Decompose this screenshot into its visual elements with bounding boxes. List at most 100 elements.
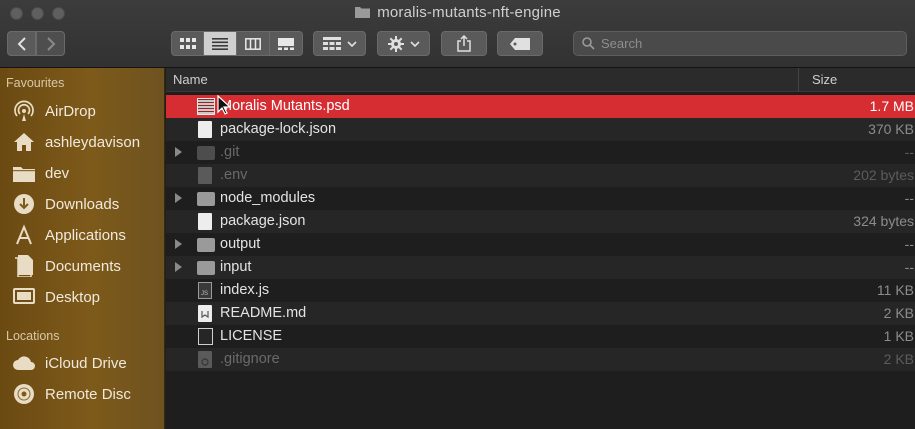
file-size: 202 bytes <box>853 167 914 183</box>
share-button[interactable] <box>441 31 487 56</box>
file-size: -- <box>904 259 914 275</box>
column-header-name[interactable]: Name <box>173 72 208 87</box>
desktop-icon <box>12 286 36 308</box>
column-divider[interactable] <box>798 68 799 92</box>
disclosure-triangle-icon[interactable] <box>175 239 182 249</box>
toolbar: moralis-mutants-nft-engine <box>0 0 915 68</box>
documents-icon <box>12 255 36 277</box>
file-row[interactable]: LICENSE 1 KB <box>166 325 915 348</box>
gallery-view-icon <box>278 37 294 50</box>
file-row[interactable]: README.md 2 KB <box>166 302 915 325</box>
file-size: 11 KB <box>876 282 914 298</box>
file-row[interactable]: node_modules -- <box>166 187 915 210</box>
sidebar-item-icloud-drive[interactable]: iCloud Drive <box>12 350 127 376</box>
file-size: -- <box>904 236 914 252</box>
tag-icon <box>510 37 530 50</box>
list-view-icon <box>212 37 228 50</box>
tag-button[interactable] <box>497 31 543 56</box>
applications-icon <box>12 224 36 246</box>
file-row[interactable]: .git -- <box>166 141 915 164</box>
sidebar-item-applications[interactable]: Applications <box>12 222 126 248</box>
folder-icon <box>12 162 36 184</box>
folder-icon <box>197 238 215 252</box>
icon-view-icon <box>179 37 196 49</box>
sidebar-item-desktop[interactable]: Desktop <box>12 284 100 310</box>
file-size: 2 KB <box>883 351 914 367</box>
action-button[interactable] <box>377 31 430 56</box>
sidebar-item-label: iCloud Drive <box>45 354 127 372</box>
disclosure-triangle-icon[interactable] <box>175 262 182 272</box>
back-button[interactable] <box>7 31 36 56</box>
share-icon <box>457 35 471 52</box>
file-size: 324 bytes <box>853 213 914 229</box>
document-icon <box>198 213 212 230</box>
mouse-cursor-icon <box>217 95 231 115</box>
sidebar-item-label: Applications <box>45 226 126 244</box>
file-row[interactable]: output -- <box>166 233 915 256</box>
window-title-text: moralis-mutants-nft-engine <box>377 4 561 21</box>
gallery-view-button[interactable] <box>270 31 303 56</box>
column-view-icon <box>245 37 261 50</box>
column-view-button[interactable] <box>237 31 270 56</box>
file-name: Moralis Mutants.psd <box>220 98 350 114</box>
markdown-file-icon <box>198 305 212 322</box>
file-name: node_modules <box>220 190 316 206</box>
file-row[interactable]: input -- <box>166 256 915 279</box>
disclosure-triangle-icon[interactable] <box>175 193 182 203</box>
disclosure-triangle-icon[interactable] <box>175 147 182 157</box>
disc-icon <box>12 383 36 405</box>
home-icon <box>12 131 36 153</box>
file-name: README.md <box>220 305 307 321</box>
file-row[interactable]: package.json 324 bytes <box>166 210 915 233</box>
file-size: -- <box>904 190 914 206</box>
sidebar-item-airdrop[interactable]: AirDrop <box>12 98 96 124</box>
list-view-button[interactable] <box>204 31 237 56</box>
file-row[interactable]: .gitignore 2 KB <box>166 348 915 371</box>
column-header: Name Size <box>166 68 915 92</box>
sidebar-heading-favourites: Favourites <box>6 76 65 90</box>
sidebar: Favourites AirDrop ashleydavison dev Dow… <box>0 68 165 429</box>
sidebar-item-remote-disc[interactable]: Remote Disc <box>12 381 131 407</box>
file-name: .env <box>220 167 248 183</box>
search-input[interactable] <box>601 36 891 51</box>
file-name: .git <box>220 144 240 160</box>
file-row[interactable]: .env 202 bytes <box>166 164 915 187</box>
document-icon <box>198 167 212 184</box>
sidebar-heading-locations: Locations <box>6 329 60 343</box>
chevron-left-icon <box>17 36 26 51</box>
file-name: package-lock.json <box>220 121 337 137</box>
psd-file-icon <box>197 98 215 115</box>
folder-icon <box>354 5 371 23</box>
document-icon <box>198 121 212 138</box>
gear-file-icon <box>198 351 212 368</box>
sidebar-item-label: ashleydavison <box>45 133 141 151</box>
group-by-button[interactable] <box>313 31 366 56</box>
sidebar-item-dev[interactable]: dev <box>12 160 69 186</box>
file-name: index.js <box>220 282 270 298</box>
sidebar-item-label: Remote Disc <box>45 385 131 403</box>
folder-icon <box>197 261 215 275</box>
search-field[interactable] <box>573 31 907 56</box>
cloud-icon <box>12 352 36 374</box>
forward-button[interactable] <box>36 31 65 56</box>
file-row[interactable]: JS index.js 11 KB <box>166 279 915 302</box>
sidebar-item-label: Desktop <box>45 288 101 306</box>
view-mode-switcher <box>171 31 303 56</box>
sidebar-item-downloads[interactable]: Downloads <box>12 191 119 217</box>
file-row[interactable]: package-lock.json 370 KB <box>166 118 915 141</box>
file-name: .gitignore <box>220 351 280 367</box>
chevron-down-icon <box>409 40 420 47</box>
icon-view-button[interactable] <box>171 31 204 56</box>
file-name: input <box>220 259 252 275</box>
window-title: moralis-mutants-nft-engine <box>0 4 915 23</box>
airdrop-icon <box>12 100 36 122</box>
column-header-size[interactable]: Size <box>812 72 837 87</box>
sidebar-item-documents[interactable]: Documents <box>12 253 121 279</box>
file-name: package.json <box>220 213 306 229</box>
file-size: 1.7 MB <box>869 98 914 114</box>
file-size: 370 KB <box>868 121 914 137</box>
sidebar-item-ashleydavison[interactable]: ashleydavison <box>12 129 140 155</box>
file-row[interactable]: Moralis Mutants.psd 1.7 MB <box>166 95 915 118</box>
search-icon <box>582 37 595 50</box>
folder-icon <box>197 192 215 206</box>
